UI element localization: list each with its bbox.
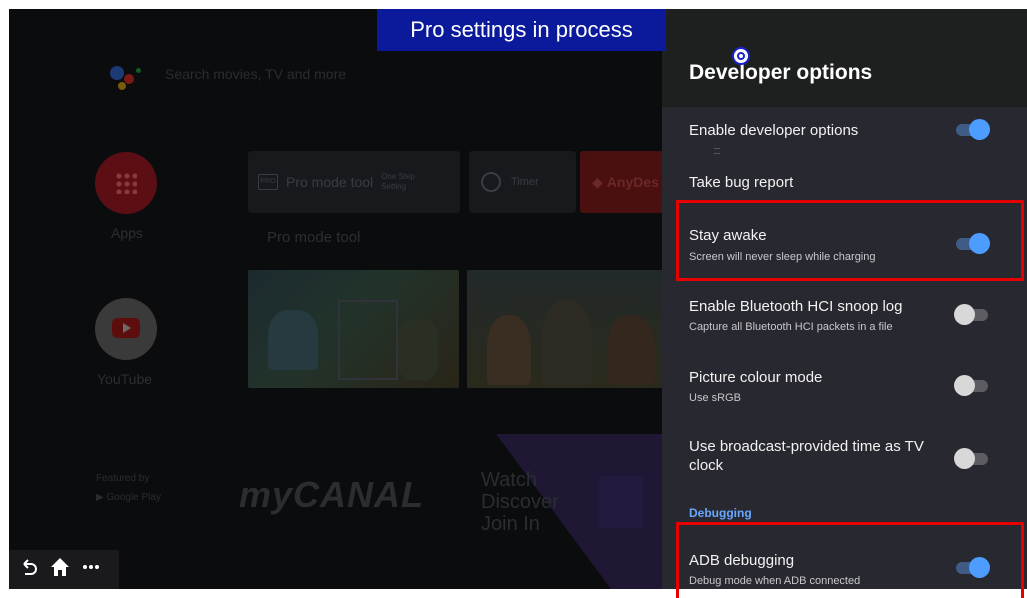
navigation-bar	[9, 550, 119, 589]
row-title: Use broadcast-provided time as TV clock	[689, 438, 924, 474]
one-step-setting-line1: One Step	[381, 172, 415, 181]
pro-mode-tool-label: Pro mode tool	[286, 174, 374, 190]
panel-title: Developer options	[689, 61, 873, 84]
grid-icon	[115, 172, 137, 194]
home-icon[interactable]	[49, 556, 71, 583]
timer-card[interactable]: Timer	[469, 151, 576, 213]
timer-label: Timer	[511, 176, 539, 188]
twitch-line-discover: Discover	[481, 491, 559, 513]
featured-by-label: Featured by	[96, 473, 150, 484]
google-play-label: Google Play	[106, 492, 161, 503]
youtube-tile[interactable]	[95, 298, 157, 360]
broadcast-time-row[interactable]: Use broadcast-provided time as TV clock	[662, 424, 1027, 490]
search-field[interactable]: Search movies, TV and more	[165, 66, 346, 82]
twitch-icon	[599, 476, 643, 528]
tv-screen: Search movies, TV and more Apps YouTube …	[9, 9, 1027, 589]
featured-banner-1[interactable]	[248, 270, 459, 388]
featured-by: Featured by ▶ Google Play	[96, 473, 161, 503]
row-subtitle: Use sRGB	[689, 392, 741, 404]
anydesk-icon: ◆	[592, 173, 603, 190]
process-banner: Pro settings in process	[377, 9, 666, 51]
pro-mode-tool-caption: Pro mode tool	[267, 229, 361, 246]
google-assistant-icon[interactable]	[108, 62, 148, 92]
timer-icon	[481, 172, 501, 192]
back-icon[interactable]	[19, 557, 39, 582]
more-icon[interactable]	[81, 557, 101, 582]
anydesk-card[interactable]: ◆ AnyDes	[580, 151, 670, 213]
pro-mode-tool-card[interactable]: PRO Pro mode tool One Step Setting	[248, 151, 460, 213]
enable-developer-options-row[interactable]: Enable developer options	[662, 107, 1027, 159]
stay-awake-highlight	[676, 200, 1024, 281]
apps-label: Apps	[111, 225, 143, 241]
debugging-section-label: Debugging	[689, 506, 752, 520]
twitch-line-join: Join In	[481, 513, 540, 535]
apps-tile[interactable]	[95, 152, 157, 214]
adb-debugging-highlight	[676, 522, 1024, 598]
bluetooth-hci-snoop-row[interactable]: Enable Bluetooth HCI snoop log Capture a…	[662, 281, 1027, 349]
row-title: Picture colour mode	[689, 369, 823, 386]
one-step-setting-line2: Setting	[381, 182, 407, 191]
row-title: Take bug report	[689, 174, 794, 191]
focus-indicator	[714, 148, 720, 154]
youtube-label: YouTube	[97, 371, 153, 387]
pro-icon: PRO	[258, 174, 278, 190]
google-play-icon: ▶	[96, 492, 104, 503]
picture-colour-mode-toggle[interactable]	[954, 373, 992, 397]
picture-colour-mode-row[interactable]: Picture colour mode Use sRGB	[662, 354, 1027, 418]
row-title: Enable Bluetooth HCI snoop log	[689, 298, 903, 315]
row-subtitle: Capture all Bluetooth HCI packets in a f…	[689, 321, 893, 333]
twitch-text: Watch Discover Join In	[481, 469, 559, 535]
anydesk-label: AnyDes	[606, 174, 659, 190]
panel-header	[662, 9, 1027, 107]
mycanal-logo[interactable]: myCANAL	[239, 474, 424, 516]
enable-developer-options-toggle[interactable]	[954, 117, 992, 141]
youtube-icon	[112, 318, 140, 338]
twitch-line-watch: Watch	[481, 469, 537, 491]
pointer-cursor-icon	[732, 47, 750, 65]
developer-options-panel: Developer options Enable developer optio…	[662, 9, 1027, 589]
bluetooth-hci-snoop-toggle[interactable]	[954, 302, 992, 326]
broadcast-time-toggle[interactable]	[954, 446, 992, 470]
row-title: Enable developer options	[689, 122, 859, 139]
featured-banner-2[interactable]	[467, 270, 671, 388]
